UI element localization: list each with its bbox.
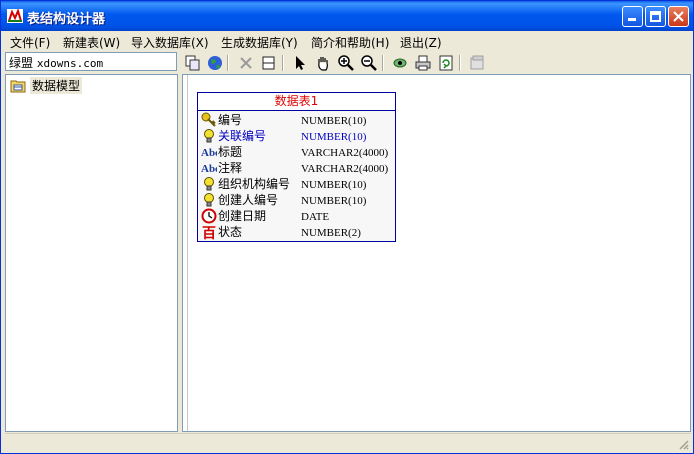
model-name-field[interactable]: 绿盟 xdowns.com bbox=[5, 52, 177, 71]
clock-icon bbox=[201, 208, 217, 224]
globe-button[interactable] bbox=[205, 53, 225, 73]
minimize-icon bbox=[628, 18, 636, 21]
abc-icon: Abc bbox=[201, 147, 217, 159]
field-row[interactable]: 编号 NUMBER(10) bbox=[201, 112, 394, 128]
menu-exit[interactable]: 退出(Z) bbox=[400, 34, 442, 51]
preview-button[interactable] bbox=[390, 53, 410, 73]
menu-help[interactable]: 简介和帮助(H) bbox=[311, 34, 389, 51]
field-name: 状态 bbox=[218, 225, 243, 239]
refresh-button[interactable] bbox=[436, 53, 456, 73]
print-icon bbox=[415, 55, 431, 71]
field-row[interactable]: Abc 标题 VARCHAR2(4000) bbox=[201, 144, 394, 160]
pointer-button[interactable] bbox=[290, 53, 310, 73]
resize-grip-icon[interactable] bbox=[677, 438, 689, 450]
field-row[interactable]: 组织机构编号 NUMBER(10) bbox=[201, 176, 394, 192]
model-tree: 数据模型 bbox=[5, 74, 178, 432]
bulb-icon bbox=[204, 129, 214, 143]
toolbar-separator bbox=[227, 55, 229, 71]
properties-button[interactable] bbox=[467, 53, 487, 73]
field-row[interactable]: 百 状态 NUMBER(2) bbox=[201, 224, 394, 240]
globe-icon bbox=[208, 56, 222, 70]
hundred-icon: 百 bbox=[202, 226, 216, 240]
hand-icon bbox=[318, 57, 328, 71]
close-button[interactable] bbox=[668, 6, 689, 27]
app-icon bbox=[7, 9, 23, 23]
status-bar bbox=[5, 433, 691, 452]
delete-icon bbox=[240, 57, 252, 69]
properties-icon bbox=[470, 55, 484, 70]
field-name: 标题 bbox=[218, 145, 243, 159]
field-name: 创建日期 bbox=[218, 209, 267, 223]
copy-icon bbox=[185, 55, 200, 71]
field-name: 关联编号 bbox=[218, 129, 267, 143]
maximize-icon bbox=[650, 11, 661, 22]
toolbar-separator bbox=[282, 55, 284, 71]
hand-button[interactable] bbox=[313, 53, 333, 73]
field-prefix: 绿盟 bbox=[9, 56, 34, 70]
field-row[interactable]: 关联编号 NUMBER(10) bbox=[201, 128, 394, 144]
field-name: 编号 bbox=[218, 113, 243, 127]
svg-text:Abc: Abc bbox=[201, 147, 217, 159]
toolbar-separator bbox=[459, 55, 461, 71]
field-type: NUMBER(10) bbox=[301, 131, 367, 143]
zoom-in-icon bbox=[338, 55, 354, 71]
svg-text:Abc: Abc bbox=[201, 163, 217, 175]
abc-icon: Abc bbox=[201, 163, 217, 175]
print-button[interactable] bbox=[413, 53, 433, 73]
close-icon bbox=[673, 11, 684, 22]
field-row[interactable]: Abc 注释 VARCHAR2(4000) bbox=[201, 160, 394, 176]
field-type: NUMBER(10) bbox=[301, 115, 367, 127]
diagram-canvas[interactable]: 数据表1 编号 NUMBER(10) 关联编号 NUMBER(10) Abc 标… bbox=[182, 74, 691, 432]
field-type: VARCHAR2(4000) bbox=[301, 147, 389, 159]
window-title: 表结构设计器 bbox=[27, 12, 106, 27]
field-type: DATE bbox=[301, 211, 330, 223]
menu-import-db[interactable]: 导入数据库(X) bbox=[131, 34, 209, 51]
zoom-in-button[interactable] bbox=[336, 53, 356, 73]
toolbar bbox=[181, 52, 689, 74]
tree-node-data-model[interactable]: 数据模型 bbox=[10, 77, 83, 94]
field-name: 创建人编号 bbox=[218, 193, 279, 207]
field-type: VARCHAR2(4000) bbox=[301, 163, 389, 175]
app-window: 表结构设计器 文件(F) 新建表(W) 导入数据库(X) 生成数据库(Y) 简介… bbox=[0, 0, 694, 454]
entity-table[interactable]: 数据表1 编号 NUMBER(10) 关联编号 NUMBER(10) Abc 标… bbox=[197, 92, 396, 242]
pointer-icon bbox=[296, 56, 305, 70]
menu-file[interactable]: 文件(F) bbox=[10, 34, 50, 51]
field-row[interactable]: 创建人编号 NUMBER(10) bbox=[201, 192, 394, 208]
canvas-margin-line bbox=[187, 75, 188, 431]
entity-title[interactable]: 数据表1 bbox=[198, 93, 395, 111]
menu-new-table[interactable]: 新建表(W) bbox=[63, 34, 120, 51]
zoom-out-icon bbox=[361, 55, 377, 71]
field-value: xdowns.com bbox=[36, 57, 104, 70]
folder-icon bbox=[10, 80, 26, 93]
field-type: NUMBER(10) bbox=[301, 179, 367, 191]
title-bar[interactable]: 表结构设计器 bbox=[1, 1, 693, 31]
bulb-icon bbox=[204, 177, 214, 191]
delete-button[interactable] bbox=[236, 53, 256, 73]
field-name: 注释 bbox=[218, 161, 243, 175]
field-name: 组织机构编号 bbox=[218, 177, 291, 191]
field-type: NUMBER(2) bbox=[301, 227, 361, 239]
copy-button[interactable] bbox=[183, 53, 203, 73]
field-type: NUMBER(10) bbox=[301, 195, 367, 207]
toolbar-separator bbox=[382, 55, 384, 71]
maximize-button[interactable] bbox=[645, 6, 666, 27]
tree-node-label: 数据模型 bbox=[30, 77, 83, 94]
eye-icon bbox=[393, 58, 407, 68]
menu-generate-db[interactable]: 生成数据库(Y) bbox=[221, 34, 298, 51]
svg-text:百: 百 bbox=[202, 226, 216, 240]
field-row[interactable]: 创建日期 DATE bbox=[201, 208, 394, 224]
key-icon bbox=[201, 112, 216, 127]
table-button[interactable] bbox=[259, 53, 279, 73]
bulb-icon bbox=[204, 193, 214, 207]
refresh-icon bbox=[439, 55, 453, 71]
zoom-out-button[interactable] bbox=[359, 53, 379, 73]
minimize-button[interactable] bbox=[622, 6, 643, 27]
table-icon bbox=[262, 56, 275, 70]
menu-bar: 文件(F) 新建表(W) 导入数据库(X) 生成数据库(Y) 简介和帮助(H) … bbox=[1, 31, 693, 51]
